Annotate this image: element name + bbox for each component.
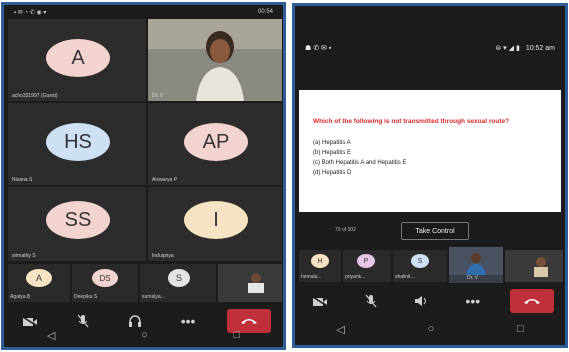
android-nav-bar: ◁ ○ □ xyxy=(295,319,565,339)
participant-name: Dr. V xyxy=(152,93,164,99)
participant-name: Aiswarya P xyxy=(152,177,178,183)
recents-icon[interactable]: □ xyxy=(233,329,240,341)
shared-slide: Which of the following is not transmitte… xyxy=(299,90,561,212)
avatar: A xyxy=(26,269,52,287)
question-text: Which of the following is not transmitte… xyxy=(313,118,510,125)
option-a: (a) Hepatitis A xyxy=(313,140,351,146)
more-icon[interactable]: ••• xyxy=(459,290,487,312)
status-bar: ▪ ✉ ◔ ✆ ◉ ▾ 00:54 xyxy=(4,5,283,19)
home-icon[interactable]: ○ xyxy=(141,329,148,341)
strip-participant[interactable]: DS Deepika S xyxy=(72,264,138,302)
strip-participant[interactable]: A Agatya.B xyxy=(8,264,70,302)
page-counter: 70 of 302 xyxy=(335,227,356,233)
strip-participant[interactable]: H hemala... xyxy=(299,250,341,282)
avatar: AP xyxy=(184,123,248,161)
strip-participant[interactable]: P priyank... xyxy=(343,250,391,282)
avatar: HS xyxy=(46,123,110,161)
participant-name: Dr. V xyxy=(467,275,479,281)
participant-tile[interactable]: HS Nisana S xyxy=(8,103,146,185)
avatar: SS xyxy=(46,201,110,239)
participant-video xyxy=(148,19,282,101)
mic-off-icon[interactable] xyxy=(357,290,385,312)
status-icons: ▪ ✉ ◔ ✆ ◉ ▾ xyxy=(14,9,47,16)
participant-name: srimathy S xyxy=(12,253,36,259)
participant-video-tile[interactable]: Dr. V xyxy=(148,19,282,101)
participant-name: sumalya... xyxy=(142,294,165,300)
participant-name: Deepika S xyxy=(74,294,98,300)
status-time: 00:54 xyxy=(257,9,273,15)
participant-photo xyxy=(505,250,563,282)
participant-tile[interactable]: A acho331997 (Guest) xyxy=(8,19,146,101)
option-b: (b) Hepatitis E xyxy=(313,150,352,156)
strip-participant[interactable]: S sumalya... xyxy=(140,264,216,302)
avatar: DS xyxy=(92,269,118,287)
recents-icon[interactable]: □ xyxy=(517,323,524,335)
option-d: (d) Hepatitis D xyxy=(313,170,352,176)
back-icon[interactable]: ◁ xyxy=(47,329,55,342)
avatar: S xyxy=(411,254,429,268)
participant-name: Agatya.B xyxy=(10,294,31,300)
android-nav-bar: ◁ ○ □ xyxy=(4,325,283,345)
status-icons: ☗ ✆ ✉ ▪ xyxy=(305,45,332,52)
participant-photo xyxy=(218,264,282,302)
video-off-icon[interactable] xyxy=(306,290,334,312)
strip-participant[interactable]: S shalinit... xyxy=(393,250,447,282)
strip-participant-photo[interactable] xyxy=(505,250,563,282)
take-control-button[interactable]: Take Control xyxy=(401,222,469,240)
avatar: H xyxy=(311,254,329,268)
participant-name: shalinit... xyxy=(395,274,415,280)
call-controls: ••• xyxy=(295,286,565,316)
avatar: P xyxy=(357,254,375,268)
option-c: (c) Both Hepatitis A and Hepatitis E xyxy=(313,160,407,166)
participant-name: Nisana S xyxy=(12,177,33,183)
right-phone-screen: ☗ ✆ ✉ ▪ ⊜ ▾ ◢ ▮ 10:52 am Which of the fo… xyxy=(292,3,568,348)
strip-participant-photo[interactable] xyxy=(218,264,282,302)
participant-name: hemala... xyxy=(301,274,322,280)
end-call-icon[interactable] xyxy=(509,289,554,313)
participant-name: priyank... xyxy=(345,274,366,280)
back-icon[interactable]: ◁ xyxy=(336,323,344,336)
avatar: S xyxy=(168,269,190,287)
status-bar: ☗ ✆ ✉ ▪ ⊜ ▾ ◢ ▮ 10:52 am xyxy=(295,40,565,56)
home-icon[interactable]: ○ xyxy=(428,323,435,335)
participant-tile[interactable]: AP Aiswarya P xyxy=(148,103,282,185)
speaker-icon[interactable] xyxy=(408,290,436,312)
participant-tile[interactable]: I Induipriya xyxy=(148,187,282,261)
participant-name: acho331997 (Guest) xyxy=(12,93,58,99)
participant-name: Induipriya xyxy=(152,253,174,259)
strip-participant-active[interactable]: Dr. V xyxy=(449,247,503,283)
avatar: A xyxy=(46,39,110,77)
participant-photo xyxy=(449,247,503,275)
status-time: 10:52 am xyxy=(525,44,555,52)
avatar: I xyxy=(184,201,248,239)
participant-tile[interactable]: SS srimathy S xyxy=(8,187,146,261)
status-indicators: ⊜ ▾ ◢ ▮ xyxy=(495,45,520,52)
left-phone-screen: ▪ ✉ ◔ ✆ ◉ ▾ 00:54 A acho331997 (Guest) D… xyxy=(1,2,286,350)
